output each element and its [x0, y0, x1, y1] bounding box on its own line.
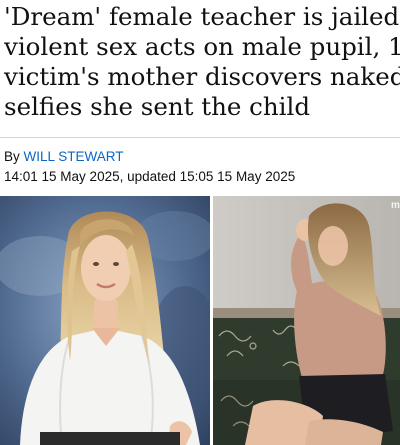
selfie-photo-image: m — [213, 196, 400, 445]
headline-line-2: violent sex acts on male pupil, 11, afte — [4, 32, 400, 61]
portrait-photo-image — [0, 196, 210, 445]
author-link[interactable]: WILL STEWART — [24, 149, 124, 164]
headline-divider — [0, 137, 400, 138]
watermark-text: m — [391, 200, 400, 211]
byline-prefix: By — [4, 149, 20, 164]
publish-dateline: 14:01 15 May 2025, updated 15:05 15 May … — [4, 169, 296, 184]
headline-line-4: selfies she sent the child — [4, 92, 310, 121]
headline-line-3: victim's mother discovers naked — [4, 62, 400, 91]
selfie-photo[interactable]: m — [213, 196, 400, 445]
portrait-photo[interactable] — [0, 196, 210, 445]
headline-line-1: 'Dream' female teacher is jailed for — [4, 2, 400, 31]
byline: By WILL STEWART — [4, 149, 124, 164]
article-headline: 'Dream' female teacher is jailed for vio… — [4, 2, 400, 122]
